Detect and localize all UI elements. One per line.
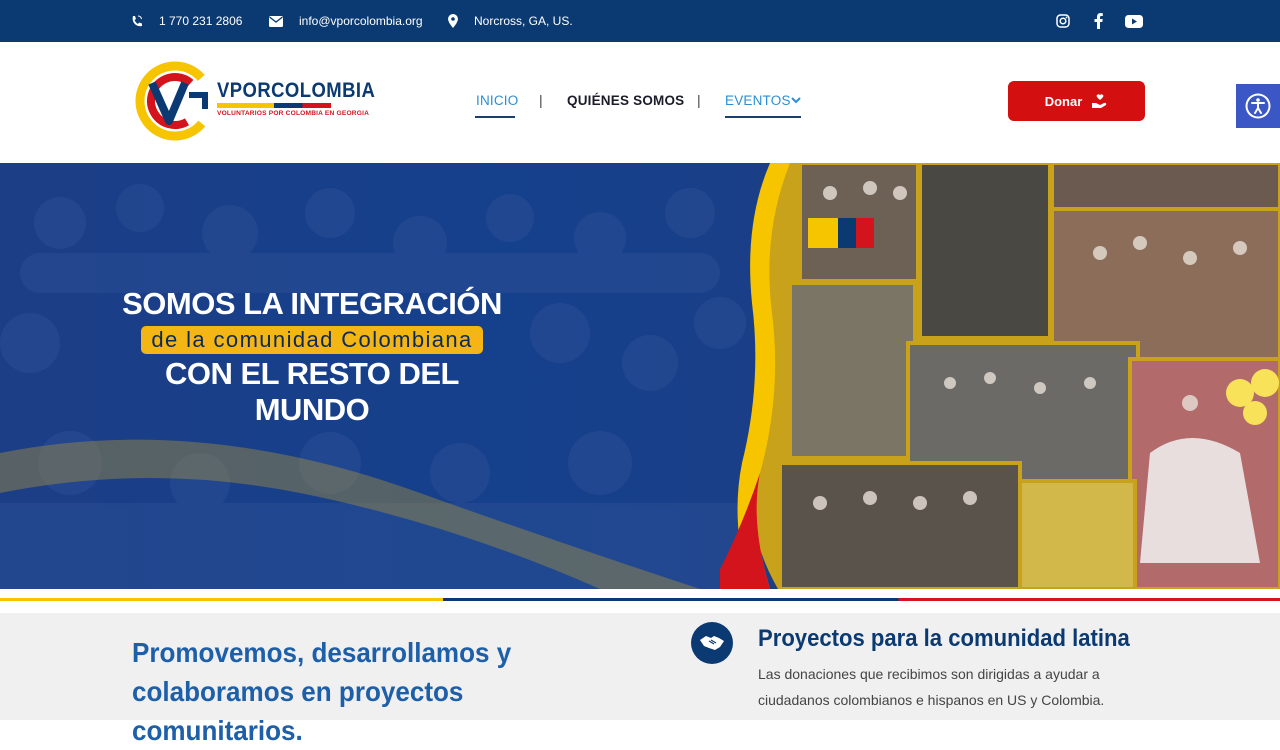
email-address: info@vporcolombia.org bbox=[299, 14, 423, 28]
hero-line-3: CON EL RESTO DEL MUNDO bbox=[164, 356, 460, 427]
chevron-down-icon[interactable] bbox=[791, 97, 801, 104]
intro-section: Promovemos, desarrollamos y colaboramos … bbox=[0, 613, 1280, 746]
facebook-icon[interactable] bbox=[1088, 11, 1108, 31]
logo-subtitle: VOLUNTARIOS POR COLOMBIA EN GEORGIA bbox=[217, 110, 370, 117]
projects-description: Las donaciones que recibimos son dirigid… bbox=[758, 666, 1105, 708]
map-pin-icon bbox=[448, 14, 458, 28]
handshake-icon bbox=[691, 622, 733, 664]
phone-number: 1 770 231 2806 bbox=[159, 14, 243, 28]
nav-inicio-underline bbox=[475, 116, 515, 118]
projects-title: Proyectos para la comunidad latina bbox=[758, 625, 1130, 652]
vg-logo-mark bbox=[135, 61, 215, 141]
top-bar: 1 770 231 2806 info@vporcolombia.org Nor… bbox=[0, 0, 1280, 42]
nav-inicio[interactable]: INICIO bbox=[476, 93, 518, 108]
hero-line-1: SOMOS LA INTEGRACIÓN bbox=[122, 286, 502, 321]
youtube-icon[interactable] bbox=[1124, 11, 1144, 31]
contact-location[interactable]: Norcross, GA, US. bbox=[448, 0, 573, 42]
nav-eventos[interactable]: EVENTOS bbox=[725, 93, 791, 108]
nav-quienes-somos[interactable]: QUIÉNES SOMOS bbox=[567, 93, 684, 108]
accessibility-button[interactable] bbox=[1236, 84, 1280, 128]
hero-headline: SOMOS LA INTEGRACIÓN de la comunidad Col… bbox=[112, 286, 512, 428]
hero-line-2: de la comunidad Colombiana bbox=[141, 326, 483, 354]
phone-icon bbox=[132, 15, 142, 26]
promo-heading: Promovemos, desarrollamos y colaboramos … bbox=[132, 637, 512, 746]
logo-flag-stripe bbox=[217, 103, 331, 108]
contact-email[interactable]: info@vporcolombia.org bbox=[269, 0, 423, 42]
contact-phone[interactable]: 1 770 231 2806 bbox=[131, 0, 242, 42]
nav-eventos-underline bbox=[725, 116, 801, 118]
location-text: Norcross, GA, US. bbox=[474, 14, 573, 28]
donate-label: Donar bbox=[1044, 93, 1083, 109]
flag-divider bbox=[0, 598, 1280, 601]
instagram-icon[interactable] bbox=[1053, 11, 1073, 31]
hand-heart-icon bbox=[1092, 93, 1107, 108]
nav-separator: | bbox=[697, 92, 701, 108]
site-logo[interactable]: VPORCOLOMBIA VOLUNTARIOS POR COLOMBIA EN… bbox=[135, 59, 375, 143]
accessibility-icon bbox=[1245, 93, 1271, 119]
nav-separator: | bbox=[539, 92, 543, 108]
donate-button[interactable]: Donar bbox=[1008, 81, 1145, 121]
envelope-icon bbox=[269, 15, 283, 27]
logo-title: VPORCOLOMBIA bbox=[217, 79, 376, 102]
events-photo-collage bbox=[720, 163, 1280, 589]
hero-banner: SOMOS LA INTEGRACIÓN de la comunidad Col… bbox=[0, 163, 1280, 589]
site-header: VPORCOLOMBIA VOLUNTARIOS POR COLOMBIA EN… bbox=[0, 42, 1280, 163]
